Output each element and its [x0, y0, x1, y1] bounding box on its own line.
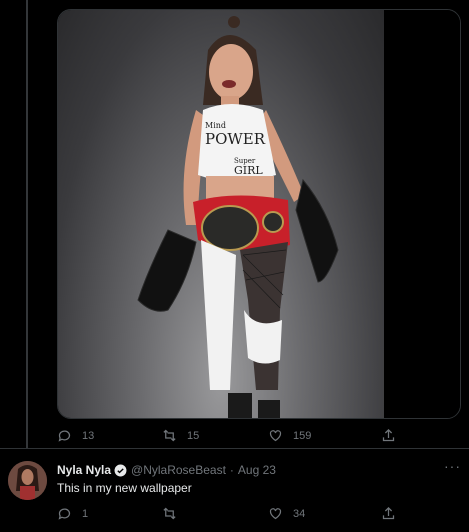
tweet-divider — [0, 448, 469, 449]
retweet-count: 15 — [187, 429, 200, 442]
shirt-text-girl: GIRL — [234, 164, 263, 177]
retweet-icon — [163, 507, 176, 520]
more-options-icon[interactable]: ··· — [444, 458, 461, 474]
shirt-text-mind: Mind — [205, 121, 226, 130]
tweet-date[interactable]: Aug 23 — [238, 463, 276, 477]
user-handle[interactable]: @NylaRoseBeast — [131, 463, 226, 477]
like-button[interactable]: 34 — [268, 506, 305, 521]
retweet-button[interactable] — [162, 506, 187, 521]
tweet-header: Nyla Nyla @NylaRoseBeast · Aug 23 — [57, 463, 276, 477]
like-count: 34 — [293, 507, 306, 520]
separator-dot: · — [229, 463, 234, 477]
media-letterbox — [384, 10, 460, 418]
reply-icon — [58, 430, 71, 442]
retweet-icon — [163, 429, 176, 442]
share-icon — [382, 506, 395, 520]
thread-connector-line — [26, 0, 28, 448]
like-button[interactable]: 159 — [268, 428, 311, 443]
shirt-text-power: POWER — [205, 130, 266, 148]
reply-button[interactable]: 13 — [57, 428, 94, 443]
share-button[interactable] — [381, 506, 396, 521]
wrestler-photo: Mind POWER Super GIRL — [58, 10, 384, 418]
reply-icon — [58, 508, 71, 520]
like-count: 159 — [293, 429, 312, 442]
tweet-media-image[interactable]: Mind POWER Super GIRL — [57, 9, 461, 419]
share-icon — [382, 428, 395, 442]
share-button[interactable] — [381, 428, 396, 443]
display-name[interactable]: Nyla Nyla — [57, 463, 111, 477]
reply-count: 13 — [82, 429, 95, 442]
verified-badge-icon — [114, 464, 127, 476]
reply-count: 1 — [82, 507, 89, 520]
reply-button[interactable]: 1 — [57, 506, 88, 521]
tweet-text: This in my new wallpaper — [57, 481, 192, 495]
like-icon — [269, 430, 282, 442]
like-icon — [269, 508, 282, 520]
retweet-button[interactable]: 15 — [162, 428, 199, 443]
avatar[interactable] — [8, 461, 47, 500]
